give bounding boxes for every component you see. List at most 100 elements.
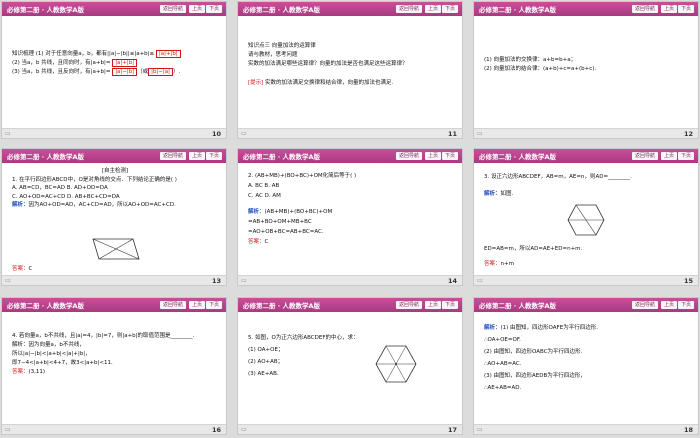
answer-line: 答案：n+m <box>484 261 514 267</box>
text-line: (3) 由图知，四边形AEDB为平行四边形， <box>484 373 586 379</box>
next-page-button[interactable]: 下页 <box>441 301 458 309</box>
slide-icon: ▭ <box>5 130 11 137</box>
text-line: (1) 向量加法的交换律：a+b=b+a； <box>484 57 577 63</box>
prev-page-button[interactable]: 上页 <box>660 5 677 13</box>
hexagon-figure <box>375 345 417 383</box>
slide-footer: ▭ 16 <box>2 424 226 434</box>
text-line: 即7−4<|a+b|<4+7，故3<|a+b|<11. <box>12 360 113 366</box>
slide-content: 3. 设正六边形ABCDEF，AB=m，AE=n，则AD=________. 解… <box>484 173 690 199</box>
next-page-button[interactable]: 下页 <box>205 5 222 13</box>
slide-icon: ▭ <box>241 426 247 433</box>
slide-thumbnail[interactable]: 必修第二册 · 人教数学A版 返回导航 上页 下页 5. 如图，O为正六边形AB… <box>237 297 463 435</box>
slide-footer: ▭ 15 <box>474 275 698 285</box>
page-number: 17 <box>447 426 457 434</box>
slide-thumbnail[interactable]: 必修第二册 · 人教数学A版 返回导航 上页 下页 2. (AB+MB)+(BO… <box>237 148 463 286</box>
analysis-line: 解析：因为AO+OD=AD，AC+CD=AD，所以AO+OD=AC+CD. <box>12 202 176 208</box>
back-to-nav-button[interactable]: 返回导航 <box>631 5 658 13</box>
slide-header: 必修第二册 · 人教数学A版 返回导航 上页 下页 <box>474 298 698 312</box>
text-line: 4. 若向量a，b不共线，且|a|=4，|b|=7，则|a+b|的取值范围是__… <box>12 333 195 339</box>
text-line: 1. 在平行四边形ABCD中，O是对角线的交点．下列结论正确的是( ) <box>12 176 177 183</box>
page-number: 11 <box>447 130 457 138</box>
prev-page-button[interactable]: 上页 <box>188 5 205 13</box>
slide-content: 5. 如图，O为正六边形ABCDEF的中心，求： (1) OA+OE； (2) … <box>248 332 454 380</box>
page-number: 14 <box>447 277 457 285</box>
slide-content: 解析：(1) 由图知，四边形OAFE为平行四边形. ∴OA+OE=OF. (2)… <box>484 322 690 394</box>
answer-line: 答案：(3,11) <box>12 369 46 375</box>
slide-header: 必修第二册 · 人教数学A版 返回导航 上页 下页 <box>2 2 226 16</box>
back-to-nav-button[interactable]: 返回导航 <box>159 152 186 160</box>
next-page-button[interactable]: 下页 <box>677 152 694 160</box>
text-line: 实数的加法满足哪些运算律？向量的加法是否也满足这些运算律？ <box>248 61 408 67</box>
next-page-button[interactable]: 下页 <box>205 152 222 160</box>
slide-icon: ▭ <box>477 130 483 137</box>
page-number: 12 <box>683 130 693 138</box>
text-line: 3. 设正六边形ABCDEF，AB=m，AE=n，则AD=________. <box>484 174 632 180</box>
analysis-line: =AO+OB+BC=AB+BC=AC. <box>248 229 324 235</box>
slide-footer: ▭ 13 <box>2 275 226 285</box>
slide-content: (1) 向量加法的交换律：a+b=b+a； (2) 向量加法的结合律：(a+b)… <box>484 56 690 74</box>
slide-content: 4. 若向量a，b不共线，且|a|=4，|b|=7，则|a+b|的取值范围是__… <box>12 332 218 377</box>
text-line: 知识点三 向量加法的运算律 <box>248 43 316 49</box>
back-to-nav-button[interactable]: 返回导航 <box>631 152 658 160</box>
prev-page-button[interactable]: 上页 <box>660 301 677 309</box>
back-to-nav-button[interactable]: 返回导航 <box>395 301 422 309</box>
slide-footer: ▭ 14 <box>238 275 462 285</box>
slide-title: 必修第二册 · 人教数学A版 <box>479 302 557 310</box>
next-page-button[interactable]: 下页 <box>677 5 694 13</box>
slide-title: 必修第二册 · 人教数学A版 <box>7 302 85 310</box>
prev-page-button[interactable]: 上页 <box>424 301 441 309</box>
back-to-nav-button[interactable]: 返回导航 <box>395 152 422 160</box>
slide-icon: ▭ <box>5 426 11 433</box>
analysis-line: 解析：如图. <box>484 191 514 197</box>
slide-title: 必修第二册 · 人教数学A版 <box>7 153 85 161</box>
slide-thumbnail[interactable]: 必修第二册 · 人教数学A版 返回导航 上页 下页 (1) 向量加法的交换律：a… <box>473 1 699 139</box>
page-number: 13 <box>211 277 221 285</box>
slide-icon: ▭ <box>241 130 247 137</box>
slide-thumbnail[interactable]: 必修第二册 · 人教数学A版 返回导航 上页 下页 3. 设正六边形ABCDEF… <box>473 148 699 286</box>
slide-title: 必修第二册 · 人教数学A版 <box>479 6 557 14</box>
prev-page-button[interactable]: 上页 <box>188 152 205 160</box>
slide-icon: ▭ <box>5 277 11 284</box>
slide-footer: ▭ 17 <box>238 424 462 434</box>
slide-content: 2. (AB+MB)+(BO+BC)+OM化简后等于( ) A. BC B. A… <box>248 171 454 247</box>
back-to-nav-button[interactable]: 返回导航 <box>159 301 186 309</box>
slide-thumbnail[interactable]: 必修第二册 · 人教数学A版 返回导航 上页 下页 解析：(1) 由图知，四边形… <box>473 297 699 435</box>
analysis-line: 解析：(1) 由图知，四边形OAFE为平行四边形. <box>484 325 598 331</box>
slide-title: 必修第二册 · 人教数学A版 <box>479 153 557 161</box>
slide-content: 知识梳理 (1) 对于任意向量a，b，都有||a|−|b||≤|a+b|≤ |a… <box>12 50 218 77</box>
text-line: C. AC D. AM <box>248 193 281 199</box>
text-line: C. AO+OD=AC+CD D. AB+BC+CD=DA <box>12 193 120 200</box>
prev-page-button[interactable]: 上页 <box>660 152 677 160</box>
prev-page-button[interactable]: 上页 <box>188 301 205 309</box>
back-to-nav-button[interactable]: 返回导航 <box>159 5 186 13</box>
slide-content: 知识点三 向量加法的运算律 请与教材，思考问题 实数的加法满足哪些运算律？向量的… <box>248 42 454 88</box>
slide-header: 必修第二册 · 人教数学A版 返回导航 上页 下页 <box>474 2 698 16</box>
slide-thumbnail[interactable]: 必修第二册 · 人教数学A版 返回导航 上页 下页 4. 若向量a，b不共线，且… <box>1 297 227 435</box>
section-heading: [自主检测] <box>101 168 129 174</box>
answer-line: 答案：C <box>248 239 269 245</box>
slide-header: 必修第二册 · 人教数学A版 返回导航 上页 下页 <box>474 149 698 163</box>
text-line: (2) 当a，b 共线，且同向时，有|a+b|= |a|+|b| <box>12 59 218 68</box>
text-line: (3) 当a，b 共线，且反向时，有|a+b|= |a|−|b| （或 |b|−|a… <box>12 68 181 76</box>
page-number: 10 <box>211 130 221 138</box>
slide-header: 必修第二册 · 人教数学A版 返回导航 上页 下页 <box>238 298 462 312</box>
text-line: 知识梳理 (1) 对于任意向量a，b，都有||a|−|b||≤|a+b|≤ |a… <box>12 50 218 59</box>
next-page-button[interactable]: 下页 <box>205 301 222 309</box>
back-to-nav-button[interactable]: 返回导航 <box>395 5 422 13</box>
page-number: 15 <box>683 277 693 285</box>
slide-header: 必修第二册 · 人教数学A版 返回导航 上页 下页 <box>238 2 462 16</box>
slide-thumbnail[interactable]: 必修第二册 · 人教数学A版 返回导航 上页 下页 [自主检测] 1. 在平行四… <box>1 148 227 286</box>
slide-icon: ▭ <box>477 277 483 284</box>
slide-thumbnail[interactable]: 必修第二册 · 人教数学A版 返回导航 上页 下页 知识点三 向量加法的运算律 … <box>237 1 463 139</box>
prev-page-button[interactable]: 上页 <box>424 152 441 160</box>
slide-content-after-figure: ED=AB=m，所以AD=AE+ED=n+m. 答案：n+m <box>484 245 690 269</box>
next-page-button[interactable]: 下页 <box>677 301 694 309</box>
slide-thumbnail[interactable]: 必修第二册 · 人教数学A版 返回导航 上页 下页 知识梳理 (1) 对于任意向… <box>1 1 227 139</box>
text-line: 解析：因为向量a，b不共线， <box>12 342 85 348</box>
text-line: A. AB=CD，BC=AD B. AD+OD=DA <box>12 185 108 191</box>
prev-page-button[interactable]: 上页 <box>424 5 441 13</box>
next-page-button[interactable]: 下页 <box>441 152 458 160</box>
back-to-nav-button[interactable]: 返回导航 <box>631 301 658 309</box>
next-page-button[interactable]: 下页 <box>441 5 458 13</box>
slide-header: 必修第二册 · 人教数学A版 返回导航 上页 下页 <box>238 149 462 163</box>
